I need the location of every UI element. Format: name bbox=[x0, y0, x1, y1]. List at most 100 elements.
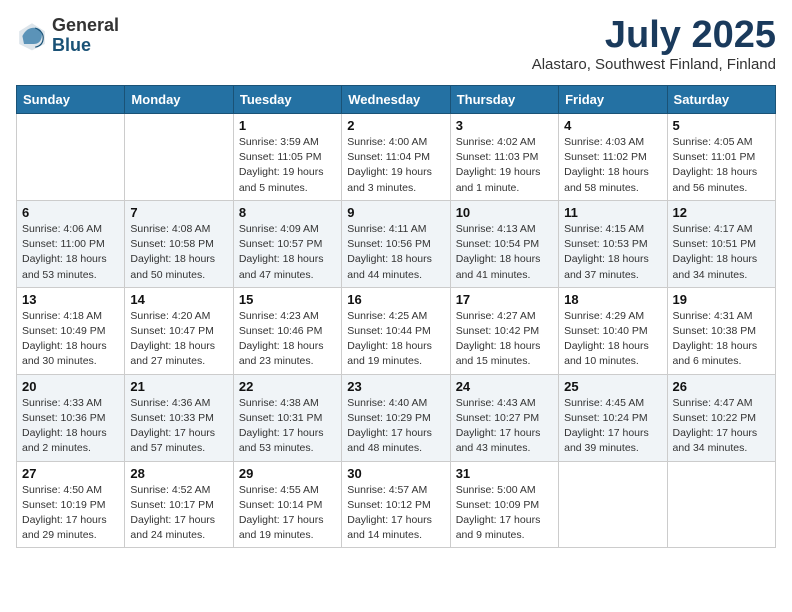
calendar-day-cell: 6Sunrise: 4:06 AM Sunset: 11:00 PM Dayli… bbox=[17, 200, 125, 287]
day-number: 20 bbox=[22, 379, 119, 394]
calendar-day-cell: 10 Sunrise: 4:13 AM Sunset: 10:54 PM Dayl… bbox=[450, 200, 558, 287]
logo-icon bbox=[16, 20, 48, 52]
day-detail: Sunrise: 4:36 AM Sunset: 10:33 PM Daylig… bbox=[130, 396, 227, 457]
logo: General Blue bbox=[16, 16, 119, 56]
calendar-day-cell: 31 Sunrise: 5:00 AM Sunset: 10:09 PM Dayl… bbox=[450, 461, 558, 548]
day-number: 1 bbox=[239, 118, 336, 133]
day-number: 9 bbox=[347, 205, 444, 220]
calendar-day-cell: 13 Sunrise: 4:18 AM Sunset: 10:49 PM Dayl… bbox=[17, 287, 125, 374]
calendar: SundayMondayTuesdayWednesdayThursdayFrid… bbox=[16, 85, 776, 548]
day-number: 22 bbox=[239, 379, 336, 394]
day-number: 15 bbox=[239, 292, 336, 307]
day-number: 21 bbox=[130, 379, 227, 394]
day-detail: Sunrise: 4:45 AM Sunset: 10:24 PM Daylig… bbox=[564, 396, 661, 457]
logo-text: General Blue bbox=[52, 16, 119, 56]
weekday-header: Friday bbox=[559, 86, 667, 114]
day-detail: Sunrise: 4:15 AM Sunset: 10:53 PM Daylig… bbox=[564, 222, 661, 283]
month-title: July 2025 bbox=[532, 16, 776, 54]
calendar-week-row: 20Sunrise: 4:33 AM Sunset: 10:36 PM Dayl… bbox=[17, 374, 776, 461]
day-detail: Sunrise: 4:13 AM Sunset: 10:54 PM Daylig… bbox=[456, 222, 553, 283]
day-number: 12 bbox=[673, 205, 770, 220]
calendar-day-cell: 1 Sunrise: 3:59 AM Sunset: 11:05 PM Dayli… bbox=[233, 114, 341, 201]
calendar-day-cell: 15 Sunrise: 4:23 AM Sunset: 10:46 PM Dayl… bbox=[233, 287, 341, 374]
calendar-week-row: 27Sunrise: 4:50 AM Sunset: 10:19 PM Dayl… bbox=[17, 461, 776, 548]
calendar-day-cell: 24 Sunrise: 4:43 AM Sunset: 10:27 PM Dayl… bbox=[450, 374, 558, 461]
day-number: 4 bbox=[564, 118, 661, 133]
day-detail: Sunrise: 4:40 AM Sunset: 10:29 PM Daylig… bbox=[347, 396, 444, 457]
day-number: 28 bbox=[130, 466, 227, 481]
day-number: 26 bbox=[673, 379, 770, 394]
day-number: 24 bbox=[456, 379, 553, 394]
day-detail: Sunrise: 4:27 AM Sunset: 10:42 PM Daylig… bbox=[456, 309, 553, 370]
day-detail: Sunrise: 4:17 AM Sunset: 10:51 PM Daylig… bbox=[673, 222, 770, 283]
calendar-week-row: 6Sunrise: 4:06 AM Sunset: 11:00 PM Dayli… bbox=[17, 200, 776, 287]
day-detail: Sunrise: 4:38 AM Sunset: 10:31 PM Daylig… bbox=[239, 396, 336, 457]
day-detail: Sunrise: 4:29 AM Sunset: 10:40 PM Daylig… bbox=[564, 309, 661, 370]
calendar-day-cell: 11 Sunrise: 4:15 AM Sunset: 10:53 PM Dayl… bbox=[559, 200, 667, 287]
calendar-day-cell: 21 Sunrise: 4:36 AM Sunset: 10:33 PM Dayl… bbox=[125, 374, 233, 461]
calendar-week-row: 1 Sunrise: 3:59 AM Sunset: 11:05 PM Dayli… bbox=[17, 114, 776, 201]
calendar-day-cell: 9 Sunrise: 4:11 AM Sunset: 10:56 PM Dayli… bbox=[342, 200, 450, 287]
weekday-header: Saturday bbox=[667, 86, 775, 114]
day-number: 10 bbox=[456, 205, 553, 220]
calendar-week-row: 13 Sunrise: 4:18 AM Sunset: 10:49 PM Dayl… bbox=[17, 287, 776, 374]
calendar-day-cell: 20Sunrise: 4:33 AM Sunset: 10:36 PM Dayl… bbox=[17, 374, 125, 461]
day-detail: Sunrise: 4:23 AM Sunset: 10:46 PM Daylig… bbox=[239, 309, 336, 370]
day-number: 2 bbox=[347, 118, 444, 133]
location-title: Alastaro, Southwest Finland, Finland bbox=[532, 56, 776, 73]
day-detail: Sunrise: 4:52 AM Sunset: 10:17 PM Daylig… bbox=[130, 483, 227, 544]
day-detail: Sunrise: 3:59 AM Sunset: 11:05 PM Daylig… bbox=[239, 135, 336, 196]
day-detail: Sunrise: 4:20 AM Sunset: 10:47 PM Daylig… bbox=[130, 309, 227, 370]
calendar-day-cell: 27Sunrise: 4:50 AM Sunset: 10:19 PM Dayl… bbox=[17, 461, 125, 548]
day-number: 29 bbox=[239, 466, 336, 481]
calendar-day-cell: 17 Sunrise: 4:27 AM Sunset: 10:42 PM Dayl… bbox=[450, 287, 558, 374]
page-header: General Blue July 2025 Alastaro, Southwe… bbox=[16, 16, 776, 73]
day-detail: Sunrise: 4:08 AM Sunset: 10:58 PM Daylig… bbox=[130, 222, 227, 283]
day-number: 31 bbox=[456, 466, 553, 481]
day-detail: Sunrise: 4:09 AM Sunset: 10:57 PM Daylig… bbox=[239, 222, 336, 283]
day-number: 25 bbox=[564, 379, 661, 394]
day-number: 23 bbox=[347, 379, 444, 394]
calendar-day-cell: 18Sunrise: 4:29 AM Sunset: 10:40 PM Dayl… bbox=[559, 287, 667, 374]
day-detail: Sunrise: 4:02 AM Sunset: 11:03 PM Daylig… bbox=[456, 135, 553, 196]
day-detail: Sunrise: 4:00 AM Sunset: 11:04 PM Daylig… bbox=[347, 135, 444, 196]
weekday-header: Tuesday bbox=[233, 86, 341, 114]
day-number: 13 bbox=[22, 292, 119, 307]
day-number: 19 bbox=[673, 292, 770, 307]
day-detail: Sunrise: 4:03 AM Sunset: 11:02 PM Daylig… bbox=[564, 135, 661, 196]
weekday-header: Sunday bbox=[17, 86, 125, 114]
calendar-day-cell: 22 Sunrise: 4:38 AM Sunset: 10:31 PM Dayl… bbox=[233, 374, 341, 461]
day-number: 30 bbox=[347, 466, 444, 481]
logo-blue: Blue bbox=[52, 36, 119, 56]
day-detail: Sunrise: 5:00 AM Sunset: 10:09 PM Daylig… bbox=[456, 483, 553, 544]
day-number: 17 bbox=[456, 292, 553, 307]
day-number: 16 bbox=[347, 292, 444, 307]
calendar-day-cell: 4 Sunrise: 4:03 AM Sunset: 11:02 PM Dayli… bbox=[559, 114, 667, 201]
day-number: 27 bbox=[22, 466, 119, 481]
day-number: 11 bbox=[564, 205, 661, 220]
day-detail: Sunrise: 4:11 AM Sunset: 10:56 PM Daylig… bbox=[347, 222, 444, 283]
day-number: 7 bbox=[130, 205, 227, 220]
day-detail: Sunrise: 4:25 AM Sunset: 10:44 PM Daylig… bbox=[347, 309, 444, 370]
calendar-day-cell: 30Sunrise: 4:57 AM Sunset: 10:12 PM Dayl… bbox=[342, 461, 450, 548]
calendar-day-cell: 19 Sunrise: 4:31 AM Sunset: 10:38 PM Dayl… bbox=[667, 287, 775, 374]
day-number: 14 bbox=[130, 292, 227, 307]
weekday-header: Thursday bbox=[450, 86, 558, 114]
calendar-day-cell: 26 Sunrise: 4:47 AM Sunset: 10:22 PM Dayl… bbox=[667, 374, 775, 461]
day-number: 5 bbox=[673, 118, 770, 133]
calendar-day-cell: 7 Sunrise: 4:08 AM Sunset: 10:58 PM Dayli… bbox=[125, 200, 233, 287]
calendar-day-cell: 29Sunrise: 4:55 AM Sunset: 10:14 PM Dayl… bbox=[233, 461, 341, 548]
calendar-day-cell bbox=[125, 114, 233, 201]
calendar-day-cell: 23 Sunrise: 4:40 AM Sunset: 10:29 PM Dayl… bbox=[342, 374, 450, 461]
calendar-day-cell: 5 Sunrise: 4:05 AM Sunset: 11:01 PM Dayli… bbox=[667, 114, 775, 201]
day-detail: Sunrise: 4:05 AM Sunset: 11:01 PM Daylig… bbox=[673, 135, 770, 196]
logo-general: General bbox=[52, 16, 119, 36]
calendar-header-row: SundayMondayTuesdayWednesdayThursdayFrid… bbox=[17, 86, 776, 114]
title-block: July 2025 Alastaro, Southwest Finland, F… bbox=[532, 16, 776, 73]
day-detail: Sunrise: 4:47 AM Sunset: 10:22 PM Daylig… bbox=[673, 396, 770, 457]
day-detail: Sunrise: 4:31 AM Sunset: 10:38 PM Daylig… bbox=[673, 309, 770, 370]
day-detail: Sunrise: 4:18 AM Sunset: 10:49 PM Daylig… bbox=[22, 309, 119, 370]
calendar-day-cell bbox=[667, 461, 775, 548]
day-detail: Sunrise: 4:43 AM Sunset: 10:27 PM Daylig… bbox=[456, 396, 553, 457]
calendar-day-cell: 25 Sunrise: 4:45 AM Sunset: 10:24 PM Dayl… bbox=[559, 374, 667, 461]
